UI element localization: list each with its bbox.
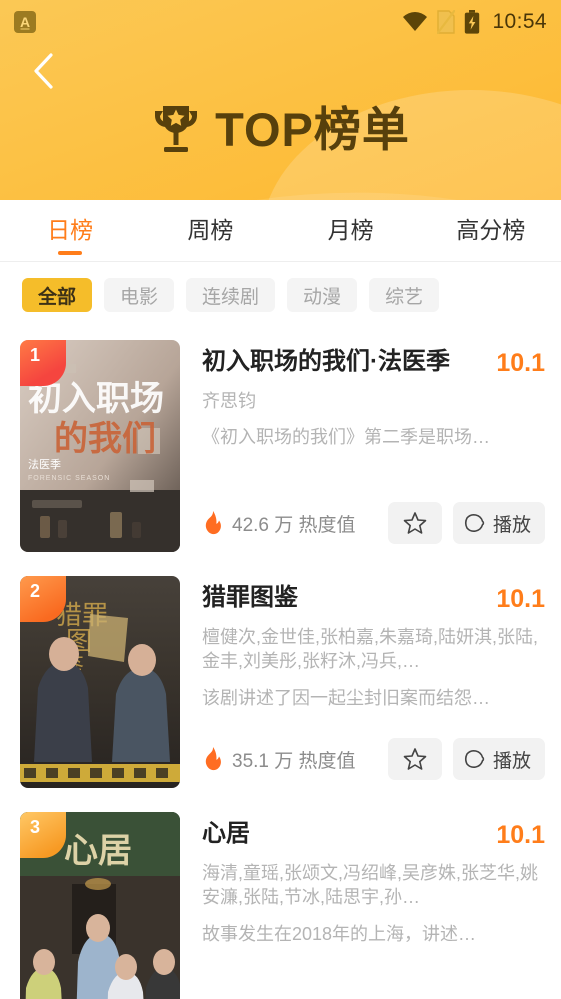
app-notification-letter: A [19,14,31,30]
item-title: 心居 [202,820,250,847]
heat-value: 35.1 万 热度值 [202,746,356,773]
chip-movie-label: 电影 [120,286,159,308]
page-title: TOP榜单 [215,102,410,156]
favorite-button[interactable] [387,738,442,780]
poster-thumbnail[interactable]: 猎罪 图 鉴 [20,576,180,788]
rank-number: 1 [30,345,41,365]
list-item[interactable]: 心居 3 心居 10.1 海清,童瑶,张颂文,冯绍峰,吴彦姝,张芝华,姚安濂,张… [0,800,561,999]
item-actors: 檀健次,金世佳,张柏嘉,朱嘉琦,陆妍淇,张陆,金丰,刘美彤,张籽沐,冯兵,… [202,627,539,672]
ranking-list: 初入职场 的我们 法医季 FORENSIC SEASON 1 初入职场的我们·法… [0,328,561,999]
status-bar-clock: 10:54 [492,10,547,33]
rank-badge: 2 [20,576,66,622]
item-meta-row: 35.1 万 热度值 播放 [202,738,545,788]
play-button[interactable]: 播放 [452,738,545,780]
chip-variety[interactable]: 综艺 [369,278,440,312]
item-meta-row: 42.6 万 热度值 播放 [202,502,545,552]
item-score: 10.1 [496,349,545,377]
app-notification-icon: A [14,11,36,33]
chip-series[interactable]: 连续剧 [186,278,276,312]
page-header: A 10:54 TOP榜单 [0,0,561,200]
poster-thumbnail[interactable]: 初入职场 的我们 法医季 FORENSIC SEASON 1 [20,340,180,552]
item-title: 猎罪图鉴 [202,584,298,611]
item-actors: 海清,童瑶,张颂文,冯绍峰,吴彦姝,张芝华,姚安濂,张陆,节冰,陆思宇,孙… [202,863,539,908]
chip-series-label: 连续剧 [202,286,260,308]
wifi-icon [403,12,428,31]
item-title: 初入职场的我们·法医季 [202,348,450,375]
play-button-label: 播放 [492,514,531,536]
list-item[interactable]: 初入职场 的我们 法医季 FORENSIC SEASON 1 初入职场的我们·法… [0,328,561,564]
heat-value: 42.6 万 热度值 [202,510,356,537]
fire-icon [205,511,221,535]
svg-text:初入职场: 初入职场 [28,380,164,418]
play-button-label: 播放 [492,750,531,772]
item-score: 10.1 [496,585,545,613]
star-outline-icon [403,512,427,534]
svg-text:法医季: 法医季 [28,457,61,471]
favorite-button[interactable] [387,502,442,544]
svg-text:FORENSIC SEASON: FORENSIC SEASON [28,475,110,482]
item-actors: 齐思钧 [202,391,256,411]
item-description: 该剧讲述了因一起尘封旧案而结怨… [202,687,490,708]
tab-weekly[interactable]: 周榜 [140,200,280,261]
item-title-row: 初入职场的我们·法医季 10.1 [202,348,545,378]
list-item[interactable]: 猎罪 图 鉴 [0,564,561,800]
chevron-left-icon [34,53,53,89]
svg-text:心居: 心居 [64,833,132,870]
chip-variety-label: 综艺 [385,286,424,308]
chip-movie[interactable]: 电影 [104,278,175,312]
rank-number: 2 [30,581,41,601]
chip-all-label: 全部 [38,286,77,308]
tab-high-score-label: 高分榜 [456,216,526,243]
category-filter-bar: 全部 电影 连续剧 动漫 综艺 [0,262,561,328]
fire-icon [205,747,221,771]
star-outline-icon [403,748,427,770]
tab-monthly-label: 月榜 [327,216,374,243]
item-score: 10.1 [496,821,545,849]
item-description: 故事发生在2018年的上海，讲述… [202,923,477,944]
play-outline-icon [464,514,485,532]
chip-anime-label: 动漫 [303,286,342,308]
ranking-tab-bar: 日榜 周榜 月榜 高分榜 [0,200,561,262]
poster-thumbnail[interactable]: 心居 3 [20,812,180,999]
tab-weekly-label: 周榜 [187,216,234,243]
item-info: 猎罪图鉴 10.1 檀健次,金世佳,张柏嘉,朱嘉琦,陆妍淇,张陆,金丰,刘美彤,… [180,576,545,788]
back-button[interactable] [20,48,66,94]
heat-value-label: 35.1 万 热度值 [232,750,356,772]
page-title-group: TOP榜单 [0,103,561,155]
item-info: 初入职场的我们·法医季 10.1 齐思钧 《初入职场的我们》第二季是职场… 42… [180,340,545,552]
status-bar: A 10:54 [0,0,561,44]
item-title-row: 猎罪图鉴 10.1 [202,584,545,614]
item-title-row: 心居 10.1 [202,820,545,850]
play-button[interactable]: 播放 [452,502,545,544]
trophy-icon [155,106,198,152]
chip-anime[interactable]: 动漫 [287,278,358,312]
item-description: 《初入职场的我们》第二季是职场… [202,427,490,448]
svg-text:的我们: 的我们 [54,420,156,458]
rank-badge: 3 [20,812,66,858]
heat-value-label: 42.6 万 热度值 [232,514,356,536]
rank-badge: 1 [20,340,66,386]
sim-card-off-icon [437,10,456,34]
app-screen: A 10:54 TOP榜单 日榜 周榜 月榜 高分榜 全部 电影 连续剧 动漫 … [0,0,561,999]
tab-daily-label: 日榜 [47,216,94,243]
battery-charging-icon [465,10,480,34]
play-outline-icon [464,750,485,768]
tab-monthly[interactable]: 月榜 [281,200,421,261]
tab-daily[interactable]: 日榜 [0,200,140,261]
rank-number: 3 [30,817,41,837]
item-info: 心居 10.1 海清,童瑶,张颂文,冯绍峰,吴彦姝,张芝华,姚安濂,张陆,节冰,… [180,812,545,999]
chip-all[interactable]: 全部 [22,278,93,312]
tab-high-score[interactable]: 高分榜 [421,200,561,261]
